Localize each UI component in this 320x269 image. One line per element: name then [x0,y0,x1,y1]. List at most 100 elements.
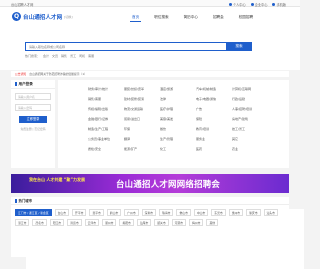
category-link[interactable]: 翻译 [124,137,160,141]
hot-term[interactable]: 会计 [43,54,49,58]
phone-icon [272,2,276,6]
mobile-link[interactable]: 手机版 [272,2,286,7]
hot-term[interactable]: 普工 [70,54,76,58]
city-link[interactable]: 梅州市 [189,219,204,226]
city-link[interactable]: 河源市 [171,219,187,226]
category-link[interactable]: 公务员/事业单位 [88,137,124,141]
city-link[interactable]: 汕头市 [263,209,278,216]
category-link[interactable]: 传媒/编辑/出版 [88,107,124,111]
logo-text: 台山通招人才网 [23,14,63,21]
category-link[interactable]: 其它 [232,137,268,141]
category-link[interactable]: 保险 [196,117,232,121]
building-icon [250,2,254,6]
category-link[interactable]: 制造/生产/工程 [88,127,124,131]
title-accent [15,198,17,203]
category-link[interactable]: 物流/交通运输 [124,107,160,111]
banner-slogan: 我在台山 人才共建 “聚”力发展 [29,177,86,182]
category-link[interactable]: 化工 [160,147,196,151]
nav-job-fair[interactable]: 招聘会 [211,14,226,22]
search-area: 搜索 热门搜索： 会计 文员 销售 普工 司机 客服 [0,28,300,70]
category-link[interactable]: 酒店/旅游 [160,87,196,91]
hot-term[interactable]: 客服 [88,54,94,58]
nav-job-search[interactable]: 职位搜索 [152,14,170,22]
category-link[interactable]: 金融/银行/证券 [88,117,124,121]
city-link[interactable]: 台山市 [54,209,70,216]
login-button[interactable]: 立即登录 [19,116,47,123]
job-categories: 财务/审计/统计 服装/纺织/皮革 酒店/旅游 汽车/机械/制造 计算机/互联网销售/客… [58,80,289,168]
category-link[interactable]: 汽车/机械/制造 [196,87,232,91]
city-link[interactable]: 恩平市 [89,209,104,216]
register-link[interactable]: 免费注册 | 忘记密码 [15,127,51,131]
category-link[interactable]: 法律 [160,97,196,101]
city-link[interactable]: 东莞市 [211,209,226,216]
category-link[interactable]: 能源/矿产 [124,147,160,151]
category-link[interactable]: 餐饮 [160,127,196,131]
category-link[interactable]: 房地产/建筑 [232,117,268,121]
hot-term[interactable]: 销售 [61,54,67,58]
city-link[interactable]: 汕尾市 [136,219,152,226]
category-link[interactable]: 美容/美发 [160,117,196,121]
city-link[interactable]: 茂名市 [32,219,47,226]
category-link[interactable]: 广告 [196,107,232,111]
job-fair-banner[interactable]: 我在台山 人才共建 “聚”力发展 台山通招人才网网络招聘会 [11,174,289,193]
hot-term[interactable]: 文员 [52,54,58,58]
search-box: 搜索 [25,42,252,51]
password-field[interactable]: 请输入密码 [15,104,51,111]
username-field[interactable]: 请输入用户名 [15,93,51,100]
city-link[interactable]: 云浮市 [84,219,100,226]
city-link[interactable]: 鹤山市 [106,209,122,216]
category-link[interactable]: 服务业 [196,137,232,141]
city-link[interactable]: 潮州市 [102,219,117,226]
category-link[interactable]: 计算机/互联网 [232,87,268,91]
logo-icon: Q [12,12,21,21]
nav-campus[interactable]: 校园招聘 [237,14,255,22]
switch-city-link[interactable]: [切换] [64,15,72,19]
city-link[interactable]: 清远市 [67,219,82,226]
nav-home[interactable]: 首页 [130,14,142,22]
category-link[interactable]: 行政/后勤 [232,97,268,101]
company-center-link[interactable]: 企业中心 [250,2,267,7]
city-panel: 热门城市 江门市 / 蓬江区 / 新会区 台山市 开平市 恩平市 鹤山市 广州市 深圳市 珠海… [11,197,289,257]
city-link[interactable]: 肇庆市 [246,209,261,216]
category-link[interactable]: 环保 [124,127,160,131]
search-button[interactable]: 搜索 [226,42,252,51]
city-link[interactable]: 江门市 / 蓬江区 / 新会区 [15,209,52,216]
category-link[interactable]: 教育/培训 [196,127,232,131]
city-link[interactable]: 其他 [206,219,219,226]
city-link[interactable]: 广州市 [124,209,139,216]
city-title: 热门城市 [18,199,33,203]
category-link[interactable]: 贸易/进出口 [124,117,160,121]
user-icon [228,2,232,6]
category-link[interactable]: 财务/审计/统计 [88,87,124,91]
city-link[interactable]: 珠海市 [159,209,174,216]
category-link[interactable]: 销售/客服 [88,97,124,101]
category-link[interactable]: 技工/普工 [232,127,268,131]
search-input[interactable] [26,43,226,50]
category-link[interactable]: 人事/招聘/培训 [232,107,268,111]
site-logo[interactable]: Q 台山通招人才网 台山 [切换] [12,12,304,269]
category-link[interactable]: 医疗/护理 [160,107,196,111]
category-link[interactable]: 生产/管理 [160,137,196,141]
city-link[interactable]: 惠州市 [228,209,244,216]
city-link[interactable]: 深圳市 [141,209,157,216]
site-name: 台山招聘人才网 [11,2,34,7]
login-panel: 用户登录 请输入用户名 请输入密码 立即登录 免费注册 | 忘记密码 [11,80,55,168]
category-link[interactable]: 质检/安全 [88,147,124,151]
city-link[interactable]: 揭阳市 [119,219,134,226]
category-link[interactable]: 建材/装修/装潢 [124,97,160,101]
notice-link[interactable]: 台山通招网关于防范招聘诈骗的温馨提示（1） [29,72,87,76]
personal-center-link[interactable]: 个人中心 [228,2,246,7]
password-placeholder: 请输入密码 [18,105,32,110]
nav-resume-center[interactable]: 简历中心 [182,14,200,22]
city-link[interactable]: 开平市 [72,209,87,216]
hot-term[interactable]: 司机 [79,54,85,58]
category-link[interactable]: 服装/纺织/皮革 [124,87,160,91]
city-link[interactable]: 佛山市 [176,209,191,216]
city-link[interactable]: 韶关市 [154,219,169,226]
city-link[interactable]: 阳江市 [49,219,65,226]
city-link[interactable]: 中山市 [193,209,209,216]
category-link[interactable]: 电子/电器/通信 [196,97,232,101]
city-link[interactable]: 湛江市 [15,219,30,226]
category-link[interactable]: 医药 [196,147,232,151]
category-link[interactable]: 农业 [232,147,268,151]
